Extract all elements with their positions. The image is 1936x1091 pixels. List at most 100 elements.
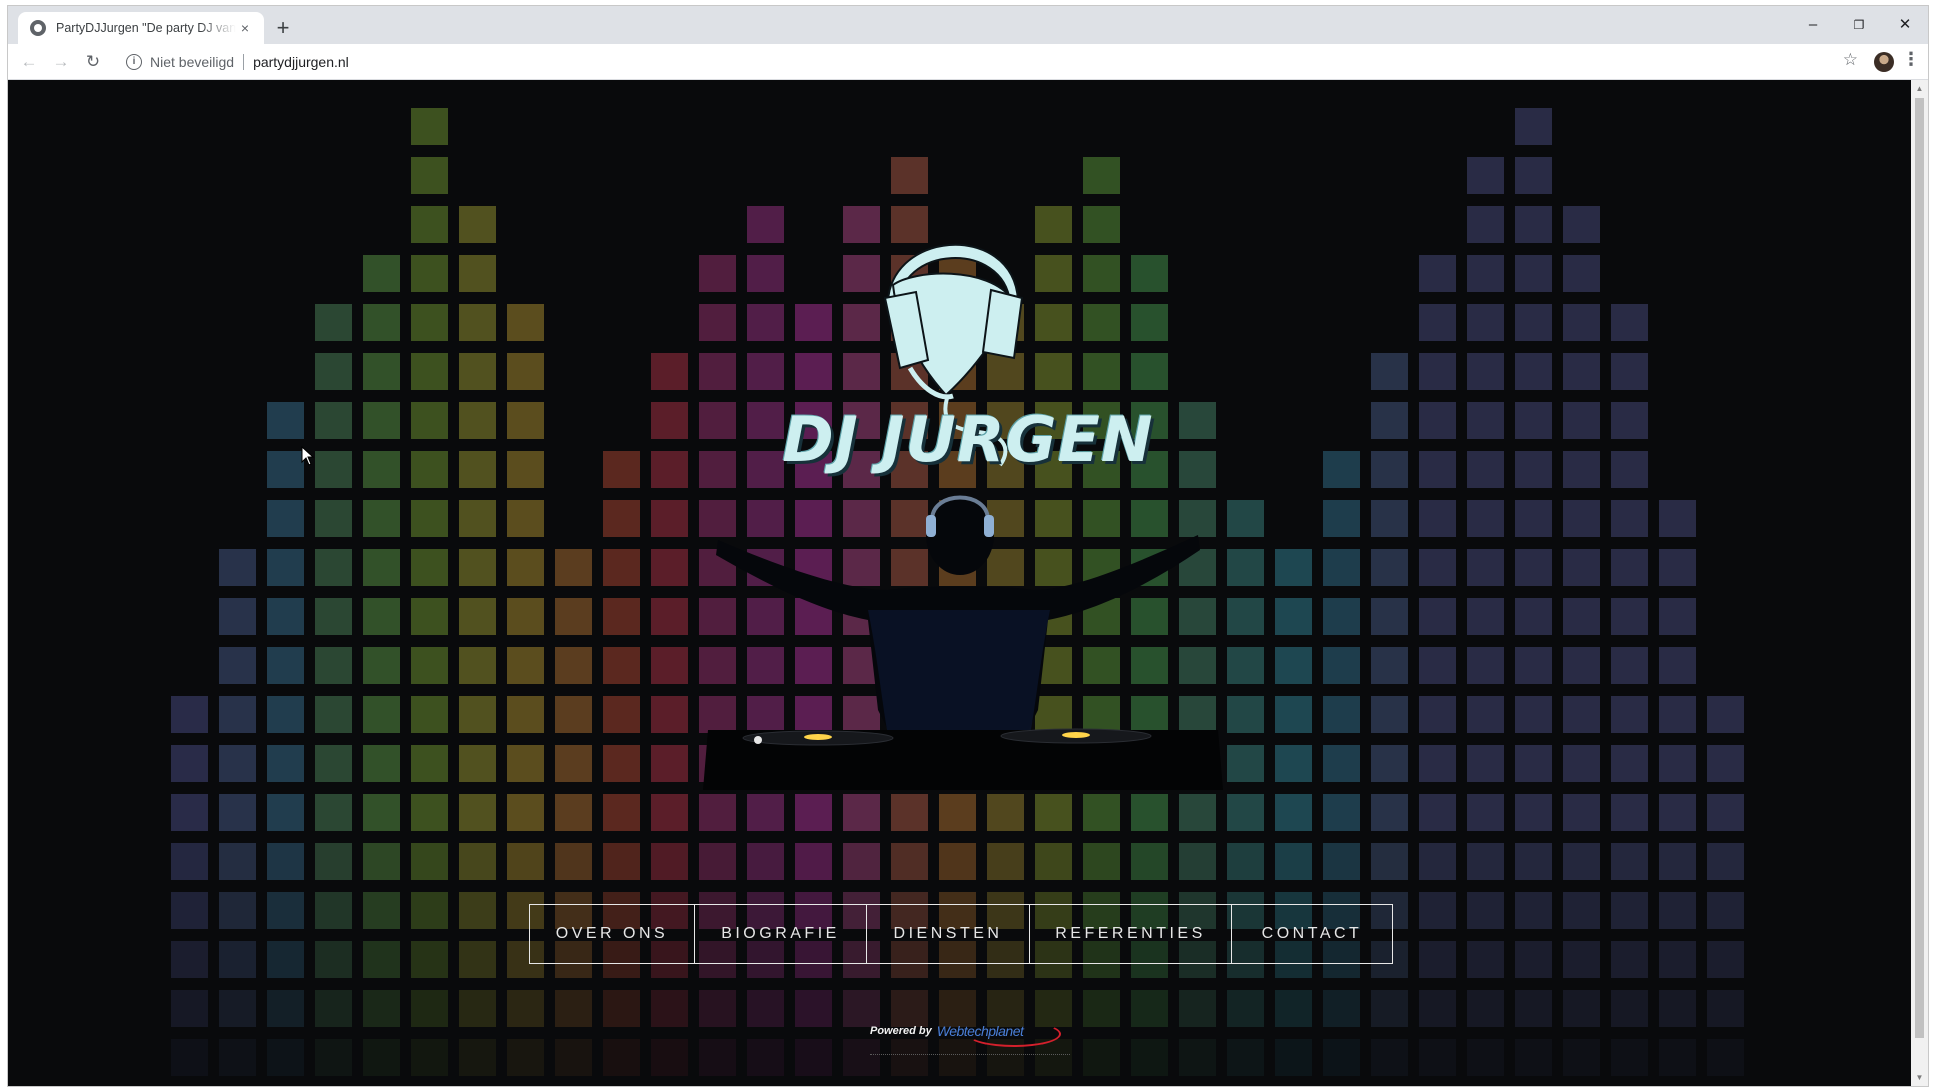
equalizer-cell (459, 451, 496, 488)
equalizer-cell (1659, 1039, 1696, 1076)
equalizer-cell (459, 745, 496, 782)
equalizer-cell (651, 990, 688, 1027)
equalizer-cell (411, 108, 448, 145)
kebab-menu-icon[interactable]: ⋮ (1902, 49, 1920, 70)
minimize-button[interactable]: – (1790, 12, 1836, 38)
equalizer-cell (1467, 990, 1504, 1027)
url-text[interactable]: partydjjurgen.nl (253, 54, 349, 70)
equalizer-cell (219, 696, 256, 733)
dj-earcup-right (984, 515, 994, 537)
equalizer-cell (1419, 255, 1456, 292)
equalizer-cell (1467, 598, 1504, 635)
equalizer-cell (1419, 892, 1456, 929)
scroll-thumb[interactable] (1915, 98, 1924, 1038)
browser-tab-active[interactable]: PartyDJJurgen "De party DJ van h × (18, 12, 264, 44)
equalizer-cell (1467, 157, 1504, 194)
equalizer-cell (363, 990, 400, 1027)
equalizer-cell (1707, 696, 1744, 733)
equalizer-cell (459, 598, 496, 635)
equalizer-cell (1131, 1039, 1168, 1076)
equalizer-cell (555, 647, 592, 684)
bookmark-star-icon[interactable]: ☆ (1843, 50, 1858, 70)
equalizer-cell (411, 304, 448, 341)
info-icon[interactable]: i (126, 54, 142, 70)
equalizer-cell (1371, 1039, 1408, 1076)
nav-item-contact[interactable]: CONTACT (1232, 905, 1392, 963)
nav-item-diensten[interactable]: DIENSTEN (867, 905, 1030, 963)
close-window-button[interactable]: ✕ (1882, 12, 1928, 38)
back-button[interactable]: ← (14, 47, 44, 77)
equalizer-cell (411, 990, 448, 1027)
equalizer-cell (459, 255, 496, 292)
equalizer-cell (1611, 451, 1648, 488)
equalizer-cell (1659, 892, 1696, 929)
equalizer-cell (1371, 647, 1408, 684)
equalizer-cell (363, 500, 400, 537)
equalizer-cell (507, 304, 544, 341)
equalizer-cell (1659, 647, 1696, 684)
restore-button[interactable]: ❐ (1836, 12, 1882, 38)
powered-by-link[interactable]: Powered by Webtechplanet (870, 1016, 1070, 1047)
equalizer-cell (507, 990, 544, 1027)
equalizer-cell (1563, 402, 1600, 439)
equalizer-cell (411, 892, 448, 929)
equalizer-cell (1275, 745, 1312, 782)
equalizer-cell (1275, 843, 1312, 880)
address-bar[interactable]: i Niet beveiligd partydjjurgen.nl (126, 47, 1826, 77)
nav-item-over-ons[interactable]: OVER ONS (530, 905, 695, 963)
footer-divider (870, 1054, 1070, 1055)
equalizer-cell (171, 941, 208, 978)
equalizer-cell (363, 549, 400, 586)
equalizer-cell (651, 1039, 688, 1076)
profile-avatar[interactable] (1874, 52, 1894, 72)
equalizer-cell (1323, 598, 1360, 635)
equalizer-cell (1323, 549, 1360, 586)
equalizer-cell (411, 1039, 448, 1076)
nav-item-referenties[interactable]: REFERENTIES (1030, 905, 1232, 963)
equalizer-cell (1659, 549, 1696, 586)
equalizer-cell (363, 353, 400, 390)
equalizer-cell (267, 745, 304, 782)
new-tab-button[interactable]: + (270, 16, 296, 42)
equalizer-cell (1275, 549, 1312, 586)
security-label: Niet beveiligd (150, 54, 235, 70)
nav-item-biografie[interactable]: BIOGRAFIE (695, 905, 867, 963)
equalizer-cell (1371, 598, 1408, 635)
equalizer-cell (1563, 549, 1600, 586)
equalizer-cell (1659, 843, 1696, 880)
tab-close-icon[interactable]: × (236, 19, 254, 37)
equalizer-cell (1467, 206, 1504, 243)
equalizer-cell (1611, 843, 1648, 880)
equalizer-cell (219, 843, 256, 880)
equalizer-cell (603, 696, 640, 733)
equalizer-cell (315, 549, 352, 586)
equalizer-cell (267, 794, 304, 831)
scroll-up-arrow[interactable]: ▲ (1911, 80, 1928, 97)
equalizer-cell (267, 598, 304, 635)
forward-button[interactable]: → (46, 47, 76, 77)
equalizer-cell (1467, 451, 1504, 488)
equalizer-cell (1515, 500, 1552, 537)
equalizer-cell (1275, 794, 1312, 831)
equalizer-cell (1707, 843, 1744, 880)
equalizer-cell (267, 1039, 304, 1076)
equalizer-cell (1515, 353, 1552, 390)
equalizer-cell (507, 549, 544, 586)
equalizer-cell (1563, 843, 1600, 880)
reload-button[interactable]: ↻ (78, 47, 108, 77)
scroll-down-arrow[interactable]: ▼ (1911, 1069, 1928, 1086)
page-scrollbar[interactable]: ▲ ▼ (1911, 80, 1928, 1086)
equalizer-cell (795, 1039, 832, 1076)
equalizer-cell (747, 1039, 784, 1076)
dj-earcup-left (926, 515, 936, 537)
equalizer-cell (1323, 745, 1360, 782)
equalizer-cell (363, 843, 400, 880)
equalizer-cell (1371, 794, 1408, 831)
equalizer-cell (507, 598, 544, 635)
brand-logo-text[interactable]: DJ JURGEN (708, 400, 1228, 480)
equalizer-cell (267, 402, 304, 439)
equalizer-cell (1419, 794, 1456, 831)
equalizer-cell (1323, 794, 1360, 831)
equalizer-cell (1611, 500, 1648, 537)
equalizer-cell (1515, 696, 1552, 733)
